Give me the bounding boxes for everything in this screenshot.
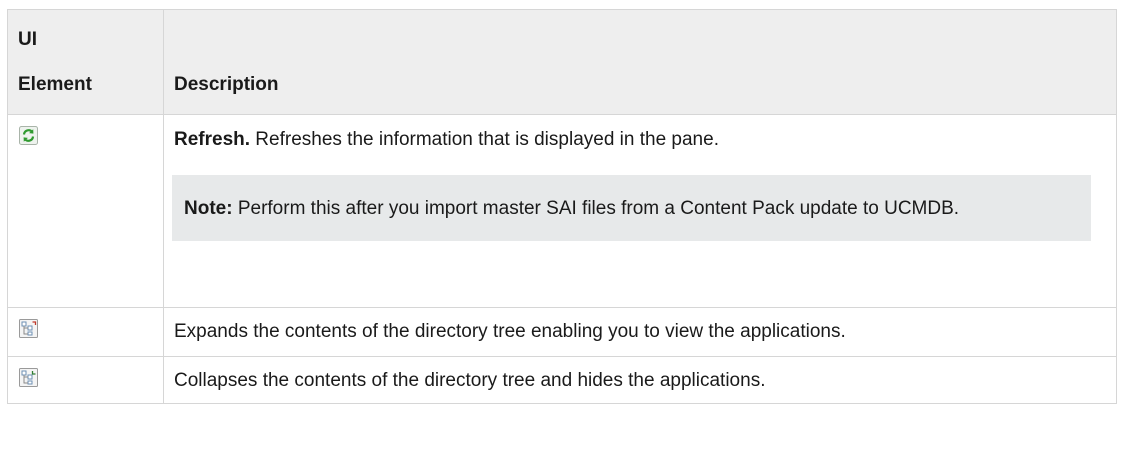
refresh-title: Refresh.	[174, 129, 251, 150]
expand-description: Expands the contents of the directory tr…	[174, 321, 846, 342]
collapse-description: Collapses the contents of the directory …	[174, 370, 766, 391]
refresh-description: Refreshes the information that is displa…	[250, 129, 719, 150]
header-description: Description	[163, 9, 1117, 115]
description-cell: Expands the contents of the directory tr…	[163, 307, 1117, 357]
ui-elements-table: UI Element Description Refresh. Refreshe…	[7, 9, 1117, 404]
table-row: Expands the contents of the directory tr…	[7, 307, 1117, 357]
icon-cell	[7, 307, 164, 357]
header-element-label: Element	[18, 74, 92, 95]
header-ui-element: UI Element	[7, 9, 164, 115]
note-box: Note: Perform this after you import mast…	[172, 175, 1091, 241]
expand-tree-icon	[19, 319, 163, 338]
header-ui-label: UI	[18, 29, 37, 50]
table-header-row: UI Element Description	[7, 9, 1117, 115]
table-row: Collapses the contents of the directory …	[7, 356, 1117, 404]
header-description-label: Description	[174, 74, 279, 95]
description-cell: Collapses the contents of the directory …	[163, 356, 1117, 404]
note-text: Perform this after you import master SAI…	[232, 198, 960, 219]
icon-cell	[7, 356, 164, 404]
icon-cell	[7, 114, 164, 308]
collapse-tree-icon	[19, 368, 163, 387]
refresh-icon	[19, 126, 163, 145]
note-label: Note:	[184, 198, 233, 219]
description-cell: Refresh. Refreshes the information that …	[163, 114, 1117, 308]
table-row: Refresh. Refreshes the information that …	[7, 114, 1117, 308]
